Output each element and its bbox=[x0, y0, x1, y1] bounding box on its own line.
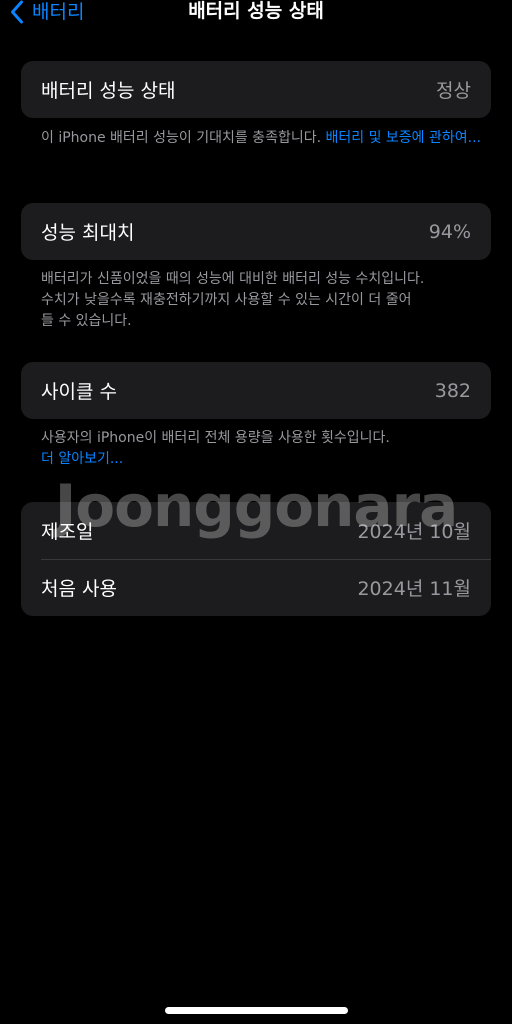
dates-card: 제조일 2024년 10월 처음 사용 2024년 11월 bbox=[21, 502, 491, 616]
learn-more-link[interactable]: 더 알아보기... bbox=[41, 449, 481, 470]
battery-warranty-link[interactable]: 배터리 및 보증에 관하여... bbox=[326, 130, 482, 146]
maximum-capacity-footnote-line: 수치가 낮을수록 재충전하기까지 사용할 수 있는 시간이 더 줄어 bbox=[41, 292, 412, 308]
battery-health-footnote: 이 iPhone 배터리 성능이 기대치를 충족합니다. 배터리 및 보증에 관… bbox=[41, 128, 481, 149]
home-indicator[interactable] bbox=[165, 1007, 348, 1014]
maximum-capacity-footnote-line: 들 수 있습니다. bbox=[41, 313, 132, 329]
first-use-row: 처음 사용 2024년 11월 bbox=[21, 559, 491, 616]
manufacture-date-label: 제조일 bbox=[41, 521, 94, 543]
manufacture-date-row: 제조일 2024년 10월 bbox=[21, 502, 491, 559]
maximum-capacity-row: 성능 최대치 94% bbox=[21, 203, 491, 260]
cycle-count-value: 382 bbox=[434, 379, 471, 402]
manufacture-date-value: 2024년 10월 bbox=[357, 521, 471, 543]
cycle-count-card: 사이클 수 382 bbox=[21, 362, 491, 419]
battery-health-label: 배터리 성능 상태 bbox=[41, 80, 176, 102]
cycle-count-label: 사이클 수 bbox=[41, 381, 117, 403]
maximum-capacity-footnote: 배터리가 신품이었을 때의 성능에 대비한 배터리 성능 수치입니다. 수치가 … bbox=[41, 269, 481, 332]
battery-health-card: 배터리 성능 상태 정상 bbox=[21, 61, 491, 118]
maximum-capacity-card: 성능 최대치 94% bbox=[21, 203, 491, 260]
page-title: 배터리 성능 상태 bbox=[188, 0, 324, 22]
battery-health-value: 정상 bbox=[436, 80, 471, 102]
maximum-capacity-value: 94% bbox=[428, 220, 471, 243]
maximum-capacity-label: 성능 최대치 bbox=[41, 222, 135, 244]
maximum-capacity-footnote-line: 배터리가 신품이었을 때의 성능에 대비한 배터리 성능 수치입니다. bbox=[41, 271, 425, 287]
cycle-count-footnote: 사용자의 iPhone이 배터리 전체 용량을 사용한 횟수입니다. 더 알아보… bbox=[41, 428, 481, 470]
cycle-count-row: 사이클 수 382 bbox=[21, 362, 491, 419]
battery-health-footnote-text: 이 iPhone 배터리 성능이 기대치를 충족합니다. bbox=[41, 130, 326, 146]
cycle-count-footnote-text: 사용자의 iPhone이 배터리 전체 용량을 사용한 횟수입니다. bbox=[41, 430, 390, 446]
first-use-label: 처음 사용 bbox=[41, 578, 117, 600]
battery-health-row: 배터리 성능 상태 정상 bbox=[21, 61, 491, 118]
first-use-value: 2024년 11월 bbox=[357, 578, 471, 600]
navigation-bar: 배터리 배터리 성능 상태 bbox=[0, 0, 512, 28]
